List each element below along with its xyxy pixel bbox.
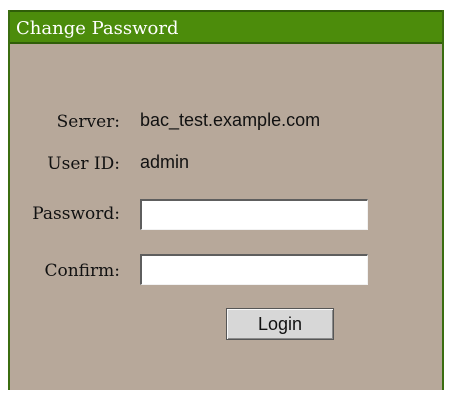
- server-value: bac_test.example.com: [140, 110, 321, 130]
- confirm-password-input[interactable]: [140, 254, 368, 285]
- change-password-panel: Change Password Server: bac_test.example…: [8, 10, 444, 390]
- login-button[interactable]: Login: [226, 308, 334, 340]
- server-label: Server:: [56, 112, 120, 132]
- password-label: Password:: [32, 204, 120, 224]
- titlebar: Change Password: [10, 10, 442, 44]
- confirm-label: Confirm:: [44, 261, 120, 281]
- user-id-value: admin: [140, 152, 190, 172]
- window-title: Change Password: [16, 18, 179, 39]
- password-input[interactable]: [140, 199, 368, 230]
- user-id-label: User ID:: [47, 154, 120, 174]
